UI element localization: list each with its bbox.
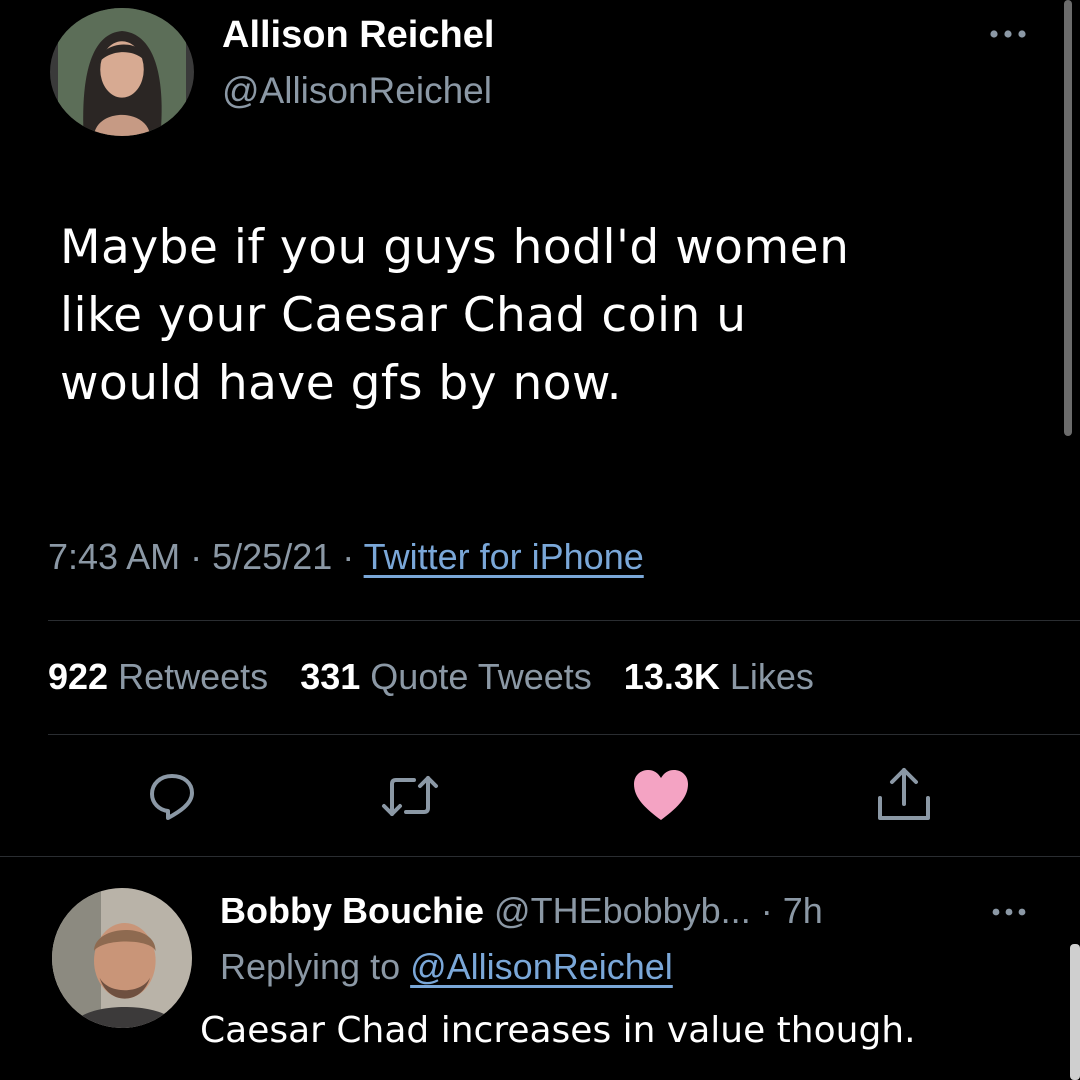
replying-to-handle[interactable]: @AllisonReichel: [410, 946, 673, 987]
reply-more-icon[interactable]: [990, 906, 1028, 918]
author-handle[interactable]: @AllisonReichel: [222, 70, 492, 112]
reply-text: Caesar Chad increases in value though.: [200, 1010, 916, 1051]
reply-author-avatar[interactable]: [52, 888, 192, 1028]
reply-author-name[interactable]: Bobby Bouchie: [220, 890, 484, 931]
meta-separator: ·: [190, 536, 203, 577]
reply-icon[interactable]: [146, 770, 198, 822]
scrollbar-thumb-lower[interactable]: [1070, 944, 1080, 1080]
quotes-label: Quote Tweets: [370, 656, 592, 697]
author-avatar[interactable]: [50, 8, 194, 136]
tweet-line: like your Caesar Chad coin u: [60, 288, 747, 343]
retweet-icon[interactable]: [380, 772, 440, 820]
replying-to-prefix: Replying to: [220, 946, 401, 987]
tweet-stats: 922 Retweets 331 Quote Tweets 13.3K Like…: [48, 656, 814, 698]
tweet-text: Maybe if you guys hodl'd women like your…: [60, 214, 1050, 418]
retweets-label: Retweets: [118, 656, 269, 697]
likes-stat[interactable]: 13.3K Likes: [624, 656, 814, 697]
author-name[interactable]: Allison Reichel: [222, 14, 494, 57]
likes-count: 13.3K: [623, 656, 720, 697]
tweet-source-link[interactable]: Twitter for iPhone: [364, 536, 644, 577]
reply-header: Bobby Bouchie @THEbobbyb... · 7h: [220, 890, 823, 932]
share-icon[interactable]: [872, 764, 936, 826]
reply-author-handle[interactable]: @THEbobbyb...: [494, 890, 751, 931]
heart-icon[interactable]: [632, 768, 690, 822]
tweet-line: Maybe if you guys hodl'd women: [60, 220, 850, 275]
divider: [48, 620, 1080, 621]
more-horizontal-icon[interactable]: [988, 28, 1028, 40]
divider: [0, 856, 1080, 857]
tweet-meta: 7:43 AM · 5/25/21 · Twitter for iPhone: [48, 536, 644, 578]
retweets-count: 922: [48, 656, 109, 697]
tweet-line: would have gfs by now.: [60, 356, 623, 411]
quotes-stat[interactable]: 331 Quote Tweets: [300, 656, 602, 697]
quotes-count: 331: [300, 656, 361, 697]
retweets-stat[interactable]: 922 Retweets: [48, 656, 278, 697]
tweet-time[interactable]: 7:43 AM: [48, 536, 180, 577]
likes-label: Likes: [729, 656, 814, 697]
tweet-date[interactable]: 5/25/21: [212, 536, 332, 577]
reply-time[interactable]: · 7h: [761, 890, 823, 931]
divider: [48, 734, 1080, 735]
scrollbar-thumb[interactable]: [1064, 0, 1072, 436]
replying-to: Replying to @AllisonReichel: [220, 946, 673, 988]
meta-separator: ·: [342, 536, 355, 577]
